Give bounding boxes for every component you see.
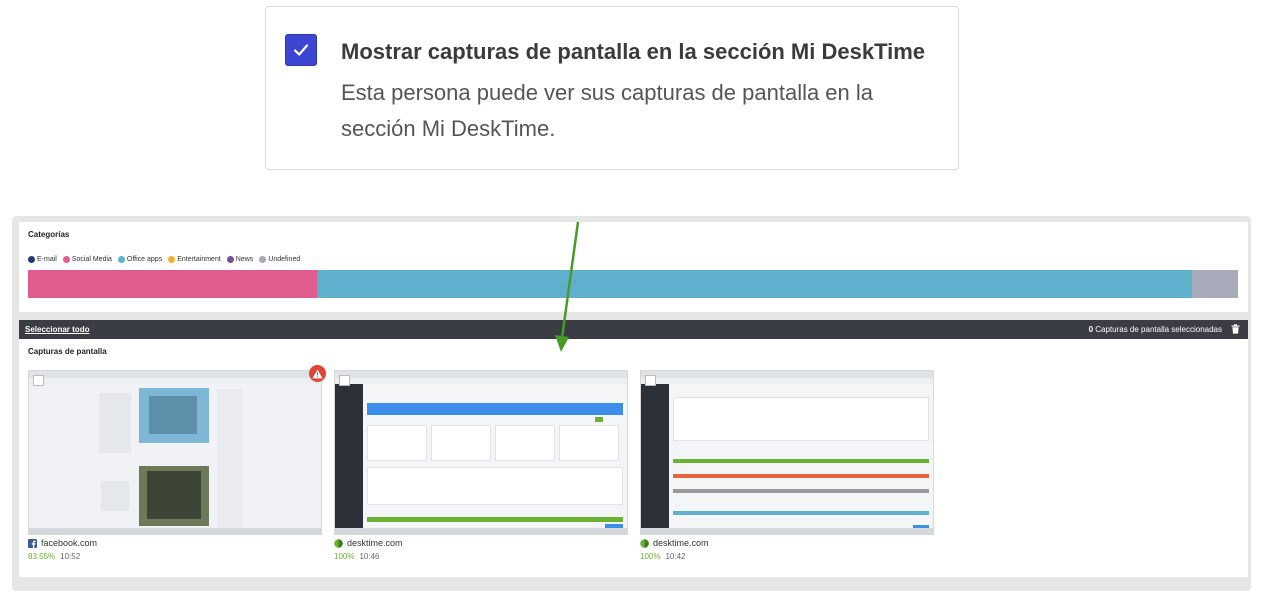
categories-section: Categorías E-mail Social Media Office ap… <box>19 222 1248 312</box>
setting-description: Esta persona puede ver sus capturas de p… <box>341 80 874 141</box>
desktime-icon <box>640 538 649 548</box>
screenshot-time: 10:52 <box>60 552 81 561</box>
legend-dot <box>62 256 70 263</box>
screenshot-site-name: desktime.com <box>653 538 709 548</box>
selected-count-text: 0 Capturas de pantalla seleccionadas <box>1089 325 1222 334</box>
show-screenshots-checkbox[interactable] <box>285 34 317 66</box>
screenshot-meta: 83.55% 10:52 <box>28 552 322 561</box>
setting-title: Mostrar capturas de pantalla en la secci… <box>341 39 926 64</box>
screenshot-card[interactable]: desktime.com 100% 10:42 <box>640 370 934 561</box>
screenshot-select-checkbox[interactable] <box>33 375 44 386</box>
screenshot-visibility-setting: Mostrar capturas de pantalla en la secci… <box>265 6 959 170</box>
screenshot-time: 10:46 <box>359 552 380 561</box>
screenshot-site-name: facebook.com <box>41 538 98 548</box>
screenshots-title: Capturas de pantalla <box>28 347 107 356</box>
legend-dot <box>168 256 176 263</box>
screenshot-site: facebook.com <box>28 538 322 548</box>
trash-icon[interactable] <box>1231 324 1240 336</box>
screenshot-time: 10:42 <box>665 552 686 561</box>
legend-item: E-mail <box>28 256 57 263</box>
category-bar-segment-office-apps[interactable] <box>317 270 1193 298</box>
legend-dot <box>226 256 234 263</box>
desktime-icon <box>334 538 343 548</box>
screenshot-thumbnail[interactable] <box>640 370 934 535</box>
screenshot-card[interactable]: facebook.com 83.55% 10:52 <box>28 370 322 561</box>
screenshot-site-name: desktime.com <box>347 538 403 548</box>
screenshot-meta: 100% 10:42 <box>640 552 934 561</box>
warning-icon[interactable] <box>309 365 326 382</box>
legend-label: Office apps <box>126 256 163 263</box>
screenshots-section: Capturas de pantalla facebook.com 83.55% <box>19 339 1248 577</box>
screenshot-meta: 100% 10:46 <box>334 552 628 561</box>
screenshot-site: desktime.com <box>334 538 628 548</box>
selection-toolbar: Seleccionar todo 0 Capturas de pantalla … <box>19 320 1248 339</box>
productivity-percent: 100% <box>334 552 355 561</box>
legend-item: Office apps <box>117 256 163 263</box>
select-all-link[interactable]: Seleccionar todo <box>25 325 89 334</box>
productivity-percent: 83.55% <box>28 552 56 561</box>
legend-label: News <box>235 256 254 263</box>
screenshot-site: desktime.com <box>640 538 934 548</box>
legend-label: E-mail <box>37 256 57 263</box>
legend-dot <box>259 256 267 263</box>
legend-label: Undefined <box>268 256 301 263</box>
legend-item: Social Media <box>62 256 112 263</box>
screenshot-thumbnail[interactable] <box>28 370 322 535</box>
screenshot-select-checkbox[interactable] <box>645 375 656 386</box>
legend-dot <box>117 256 125 263</box>
screenshot-card[interactable]: desktime.com 100% 10:46 <box>334 370 628 561</box>
legend-item: Entertainment <box>168 256 221 263</box>
category-bar <box>28 270 1238 298</box>
screenshot-thumbnail[interactable] <box>334 370 628 535</box>
productivity-percent: 100% <box>640 552 661 561</box>
legend-item: News <box>226 256 254 263</box>
legend-item: Undefined <box>259 256 300 263</box>
categories-legend: E-mail Social Media Office apps Entertai… <box>28 256 300 263</box>
check-icon <box>293 44 309 56</box>
legend-label: Social Media <box>71 256 112 263</box>
category-bar-segment-social-media[interactable] <box>28 270 318 298</box>
screenshot-select-checkbox[interactable] <box>339 375 350 386</box>
facebook-icon <box>28 538 37 548</box>
category-bar-segment-undefined[interactable] <box>1192 270 1238 298</box>
legend-dot <box>28 256 35 263</box>
legend-label: Entertainment <box>177 256 221 263</box>
categories-title: Categorías <box>28 230 70 239</box>
selected-label: Capturas de pantalla seleccionadas <box>1095 325 1222 334</box>
selected-count: 0 <box>1088 325 1094 334</box>
